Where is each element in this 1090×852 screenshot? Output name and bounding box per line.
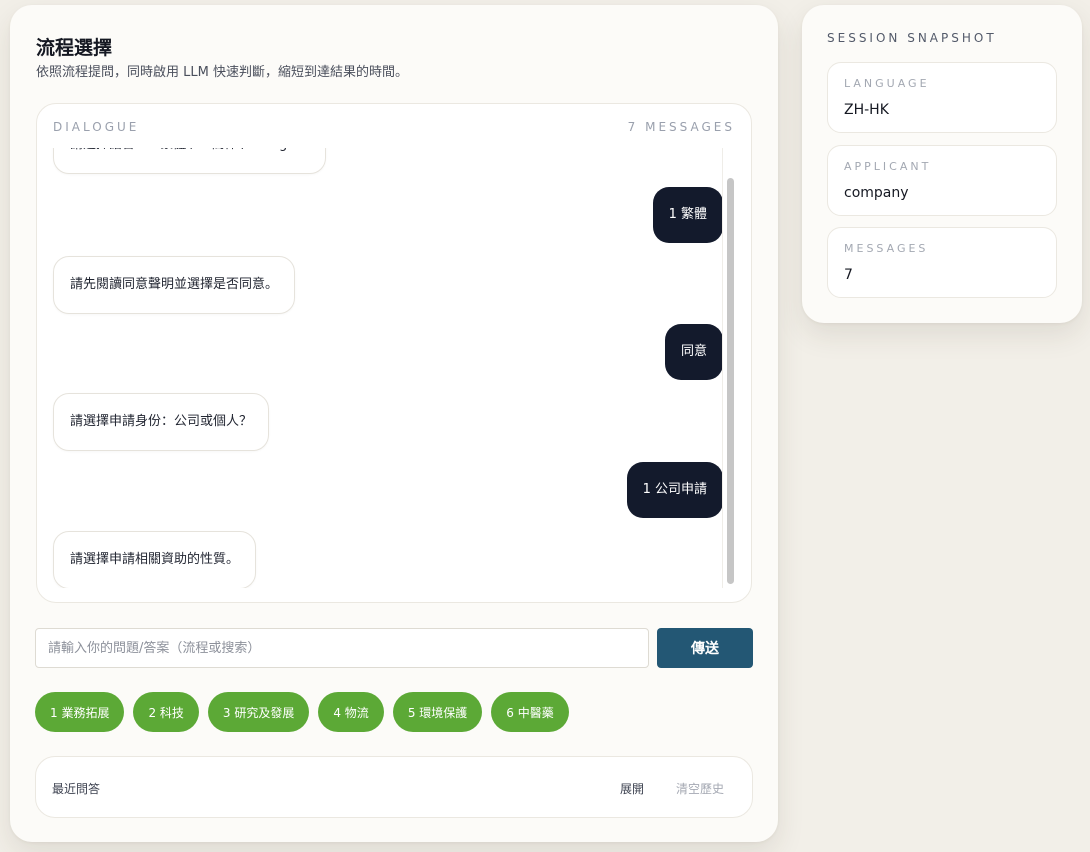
bot-message: 請選擇申請身份：公司或個人？ xyxy=(53,393,270,451)
recent-qa-panel: 最近問答 展開 清空歷史 xyxy=(35,756,753,818)
dialogue-label: DIALOGUE xyxy=(53,120,140,134)
user-message: 1 公司申請 xyxy=(626,462,723,518)
user-message: 1 繁體 xyxy=(652,187,723,243)
page-title: 流程選擇 xyxy=(36,37,113,59)
page-subtitle: 依照流程提問，同時啟用 LLM 快速判斷，縮短到達結果的時間。 xyxy=(36,65,408,80)
snapshot-title: SESSION SNAPSHOT xyxy=(827,31,997,45)
bot-message: 請選擇語言：1 繁體 / 2 簡体 / 3 English xyxy=(53,148,327,174)
stat-value: 7 xyxy=(844,267,853,283)
message-count: 7 MESSAGES xyxy=(627,120,735,134)
expand-button[interactable]: 展開 xyxy=(620,780,644,797)
bot-message: 請先閱讀同意聲明並選擇是否同意。 xyxy=(53,256,296,314)
quick-reply-research[interactable]: 3 研究及發展 xyxy=(207,692,310,732)
applicant-stat: APPLICANT company xyxy=(827,145,1057,216)
stat-value: ZH-HK xyxy=(844,102,889,118)
quick-reply-logistics[interactable]: 4 物流 xyxy=(318,692,384,732)
quick-reply-business[interactable]: 1 業務拓展 xyxy=(35,692,125,732)
language-stat: LANGUAGE ZH-HK xyxy=(827,62,1057,133)
message-scrollbar[interactable] xyxy=(722,148,736,588)
scrollbar-thumb[interactable] xyxy=(727,178,734,584)
stat-label: APPLICANT xyxy=(844,160,932,173)
message-list[interactable]: 請選擇語言：1 繁體 / 2 簡体 / 3 English 1 繁體 請先閱讀同… xyxy=(37,148,723,588)
bot-message: 請選擇申請相關資助的性質。 xyxy=(53,531,257,588)
recent-qa-label: 最近問答 xyxy=(52,782,101,796)
dialogue-panel: DIALOGUE 7 MESSAGES 請選擇語言：1 繁體 / 2 簡体 / … xyxy=(36,103,752,603)
user-message: 同意 xyxy=(664,324,723,380)
quick-reply-environment[interactable]: 5 環境保護 xyxy=(392,692,483,732)
quick-reply-chinese-medicine[interactable]: 6 中醫藥 xyxy=(491,692,569,732)
stat-value: company xyxy=(844,185,909,201)
stat-label: MESSAGES xyxy=(844,242,929,255)
flow-panel: 流程選擇 依照流程提問，同時啟用 LLM 快速判斷，縮短到達結果的時間。 DIA… xyxy=(10,5,778,842)
question-input[interactable] xyxy=(35,628,649,668)
stat-label: LANGUAGE xyxy=(844,77,930,90)
quick-replies: 1 業務拓展 2 科技 3 研究及發展 4 物流 5 環境保護 6 中醫藥 xyxy=(35,692,569,732)
session-snapshot-panel: SESSION SNAPSHOT LANGUAGE ZH-HK APPLICAN… xyxy=(802,5,1082,323)
quick-reply-technology[interactable]: 2 科技 xyxy=(133,692,199,732)
messages-stat: MESSAGES 7 xyxy=(827,227,1057,298)
clear-history-button[interactable]: 清空歷史 xyxy=(676,780,724,797)
send-button[interactable]: 傳送 xyxy=(657,628,753,668)
